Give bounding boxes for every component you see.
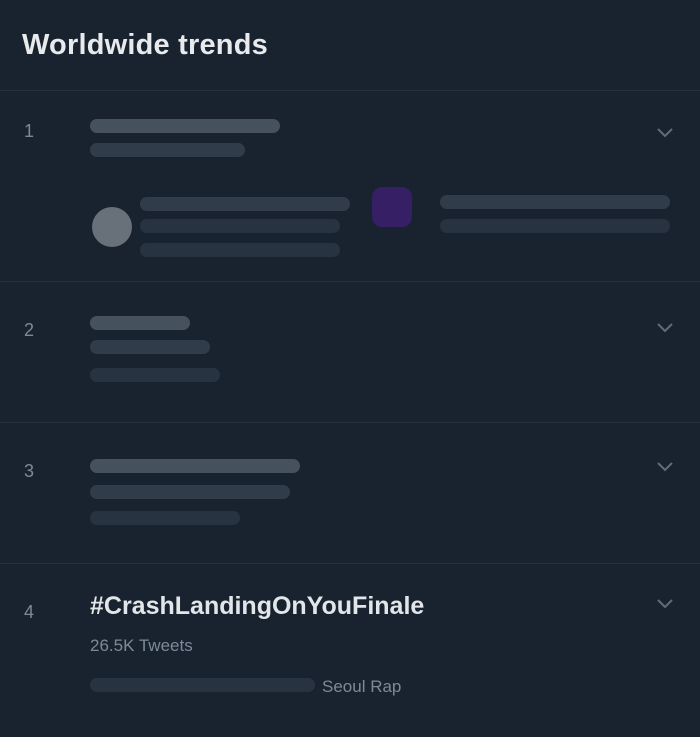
trend-item-3[interactable]: 3 <box>0 423 700 564</box>
trend-item-1[interactable]: 1 <box>0 91 700 282</box>
chevron-down-icon[interactable] <box>656 598 674 610</box>
trend-context-obscured <box>140 243 340 257</box>
promoted-text-obscured <box>440 195 670 209</box>
trend-count-obscured <box>90 511 240 525</box>
trend-count-obscured <box>90 368 220 382</box>
trend-context-obscured <box>140 197 350 211</box>
related-trend-text: Seoul Rap <box>322 677 402 696</box>
tweet-count: 26.5K Tweets <box>90 636 193 655</box>
chevron-down-icon[interactable] <box>656 322 674 334</box>
trend-rank: 3 <box>24 461 35 481</box>
related-text-obscured <box>90 678 315 692</box>
trend-rank: 4 <box>24 602 35 622</box>
trends-panel: Worldwide trends 1 2 3 4 #CrashLandingOn… <box>0 0 700 737</box>
trend-subtitle-obscured <box>90 143 245 157</box>
trends-header: Worldwide trends <box>0 0 700 91</box>
trend-title: #CrashLandingOnYouFinale <box>90 592 425 620</box>
trend-thumbnail <box>92 207 132 247</box>
trend-title-obscured <box>90 459 300 473</box>
trend-subtitle-obscured <box>90 485 290 499</box>
promoted-text-obscured <box>440 219 670 233</box>
trend-rank: 1 <box>24 121 35 141</box>
trend-item-2[interactable]: 2 <box>0 282 700 423</box>
trend-title-obscured <box>90 316 190 330</box>
chevron-down-icon[interactable] <box>656 127 674 139</box>
trend-subtitle-obscured <box>90 340 210 354</box>
trend-rank: 2 <box>24 320 35 340</box>
chevron-down-icon[interactable] <box>656 461 674 473</box>
trend-title-obscured <box>90 119 280 133</box>
page-title: Worldwide trends <box>22 28 268 61</box>
trend-context-obscured <box>140 219 340 233</box>
promoted-badge <box>372 187 412 227</box>
